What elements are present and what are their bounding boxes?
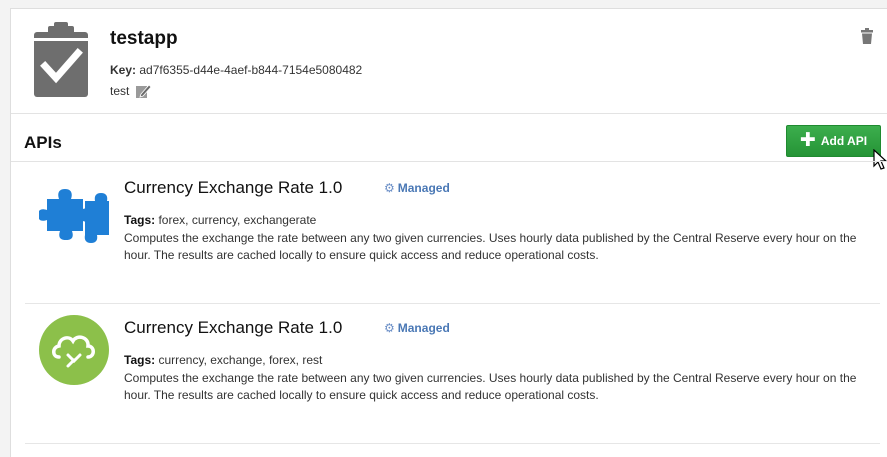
app-description: test — [110, 83, 152, 99]
api-list-item[interactable]: Currency Exchange Rate 1.0 ⚙ Managed Tag… — [25, 163, 880, 304]
app-name: testapp — [110, 28, 178, 49]
puzzle-icon — [39, 189, 109, 243]
tags-value: currency, exchange, forex, rest — [158, 353, 323, 367]
api-description: Computes the exchange the rate between a… — [124, 371, 857, 402]
managed-label: Managed — [397, 181, 450, 195]
app-description-text: test — [110, 84, 130, 98]
add-api-button[interactable]: ✚ Add API — [786, 125, 881, 157]
api-name[interactable]: Currency Exchange Rate 1.0 — [124, 318, 342, 338]
api-description: Computes the exchange the rate between a… — [124, 231, 857, 262]
api-name[interactable]: Currency Exchange Rate 1.0 — [124, 178, 342, 198]
edit-icon[interactable] — [135, 83, 152, 99]
apis-section-title: APIs — [24, 133, 62, 152]
tags-value: forex, currency, exchangerate — [158, 213, 317, 227]
tags-label: Tags: — [124, 353, 156, 367]
clipboard-check-icon — [34, 22, 88, 97]
app-key: Key: ad7f6355-d44e-4aef-b844-7154e508048… — [110, 63, 362, 77]
app-panel: testapp Key: ad7f6355-d44e-4aef-b844-715… — [10, 8, 887, 457]
app-header: testapp Key: ad7f6355-d44e-4aef-b844-715… — [11, 9, 887, 114]
app-key-value: ad7f6355-d44e-4aef-b844-7154e5080482 — [139, 63, 363, 77]
gears-icon: ⚙ — [384, 321, 395, 335]
api-tags: Tags: currency, exchange, forex, rest — [124, 353, 322, 367]
tags-label: Tags: — [124, 213, 156, 227]
divider — [11, 161, 887, 162]
managed-badge: ⚙ Managed — [384, 321, 450, 335]
managed-badge: ⚙ Managed — [384, 181, 450, 195]
plus-icon: ✚ — [799, 129, 816, 151]
gears-icon: ⚙ — [384, 181, 395, 195]
add-api-label: Add API — [820, 134, 868, 148]
trash-icon[interactable] — [861, 28, 873, 44]
managed-label: Managed — [397, 321, 450, 335]
cloud-icon — [39, 315, 109, 385]
api-list-item[interactable]: Currency Exchange Rate 1.0 ⚙ Managed Tag… — [25, 303, 880, 444]
app-key-label: Key: — [110, 63, 137, 77]
api-tags: Tags: forex, currency, exchangerate — [124, 213, 316, 227]
